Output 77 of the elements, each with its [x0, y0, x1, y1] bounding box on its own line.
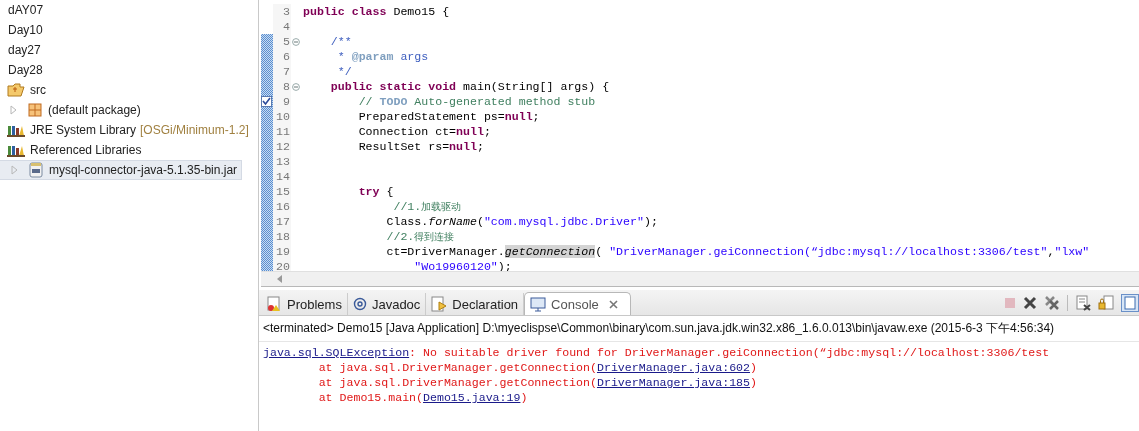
- tree-item[interactable]: JRE System Library [OSGi/Minimum-1.2]: [0, 120, 253, 140]
- declaration-icon: [431, 296, 448, 312]
- view-tab[interactable]: Declaration: [426, 293, 525, 315]
- line-number: 14: [275, 170, 290, 183]
- close-icon[interactable]: [608, 299, 618, 309]
- tree-item-label: src: [30, 83, 46, 97]
- tree-item-label: JRE System Library: [30, 123, 137, 137]
- tree-item[interactable]: day27: [0, 40, 45, 60]
- line-number: 8: [282, 80, 290, 93]
- line-number: 7: [282, 65, 290, 78]
- code-line: ct=DriverManager.getConnection( "DriverManager.geiConnection(“jdbc:mysql://localhost:3306/test","lxw": [385, 245, 1090, 258]
- scroll-lock-icon[interactable]: [1098, 294, 1114, 311]
- console-output-line: at java.sql.DriverManager.getConnection(DriverManager.java:185): [317, 375, 758, 390]
- fold-icon[interactable]: [292, 37, 300, 46]
- tree-item-label: Referenced Libraries: [30, 143, 142, 157]
- code-line: // TODO Auto-generated method stub: [357, 95, 596, 108]
- code-line: Class.forName("com.mysql.jdbc.Driver");: [385, 215, 658, 228]
- scroll-left-icon[interactable]: [277, 275, 283, 283]
- line-number: 6: [282, 50, 290, 63]
- tree-item[interactable]: Referenced Libraries: [0, 140, 146, 160]
- line-number: 9: [282, 95, 290, 108]
- console-output-line: at Demo15.main(Demo15.java:19): [317, 390, 529, 405]
- tree-item[interactable]: Day28: [0, 60, 47, 80]
- tree-item-label: dAY07: [8, 3, 44, 17]
- line-number: 10: [275, 110, 290, 123]
- code-line: Connection ct=null;: [357, 125, 491, 138]
- tree-item-label: (default package): [48, 103, 141, 117]
- view-tab[interactable]: Console: [524, 292, 631, 315]
- tree-item-label: day27: [8, 43, 41, 57]
- code-line: try {: [357, 185, 394, 198]
- code-line: //1.加载驱动: [392, 199, 462, 214]
- line-number: 16: [275, 200, 290, 213]
- folder-icon: [7, 83, 25, 97]
- package-icon: [27, 102, 43, 118]
- library-icon: [7, 143, 25, 157]
- line-number: 19: [275, 245, 290, 258]
- code-line: * @param args: [336, 50, 429, 63]
- line-number: 15: [275, 185, 290, 198]
- line-number: 3: [282, 5, 290, 18]
- console-header: <terminated> Demo15 [Java Application] D:\myeclispse\Common\binary\com.sun.java.jdk.win32.x86_1.6.0.013\bin\javaw.exe (2015-6-3 下午4:56:34): [259, 316, 1139, 342]
- monitor-icon: [530, 296, 547, 312]
- code-line: //2.得到连接: [385, 229, 455, 244]
- tree-item[interactable]: dAY07: [0, 0, 48, 20]
- line-number: 5: [282, 35, 290, 48]
- console-output-line: java.sql.SQLException: No suitable driver found for DriverManager.geiConnection(“jdbc:mysql://localhost:3306/test: [263, 345, 1051, 360]
- tree-item-label: Day28: [8, 63, 43, 77]
- view-tab[interactable]: Javadoc: [347, 293, 427, 315]
- tree-item[interactable]: Day10: [0, 20, 47, 40]
- line-number: 20: [275, 260, 290, 271]
- expand-arrow-icon[interactable]: [10, 105, 18, 115]
- line-number: 18: [275, 230, 290, 243]
- library-icon: [7, 123, 25, 137]
- view-tab[interactable]: Problems: [261, 293, 348, 315]
- jar-icon: [28, 162, 44, 178]
- code-line: ResultSet rs=null;: [357, 140, 484, 153]
- tree-item[interactable]: mysql-connector-java-5.1.35-bin.jar: [0, 160, 243, 180]
- problems-icon: [266, 296, 282, 312]
- line-number: 17: [275, 215, 290, 228]
- library-decoration: [OSGi/Minimum-1.2]: [140, 123, 249, 137]
- line-number: 4: [282, 20, 290, 33]
- code-line: /**: [329, 35, 352, 48]
- line-number: 13: [275, 155, 290, 168]
- code-line: public static void main(String[] args) {: [329, 80, 610, 93]
- line-number: 11: [275, 125, 290, 138]
- clear-console-icon[interactable]: [1075, 294, 1091, 311]
- remove-icon[interactable]: [1023, 295, 1037, 310]
- tree-item-label: mysql-connector-java-5.1.35-bin.jar: [49, 163, 238, 177]
- tree-item-label: Day10: [8, 23, 43, 37]
- tree-item[interactable]: src: [0, 80, 50, 100]
- line-number: 12: [275, 140, 290, 153]
- code-line: PreparedStatement ps=null;: [357, 110, 540, 123]
- code-line: */: [336, 65, 352, 78]
- tree-item[interactable]: (default package): [0, 100, 145, 120]
- fold-icon[interactable]: [292, 82, 300, 91]
- code-line: public class Demo15 {: [303, 5, 450, 18]
- remove-all-icon[interactable]: [1044, 294, 1060, 311]
- console-output-line: at java.sql.DriverManager.getConnection(DriverManager.java:602): [317, 360, 758, 375]
